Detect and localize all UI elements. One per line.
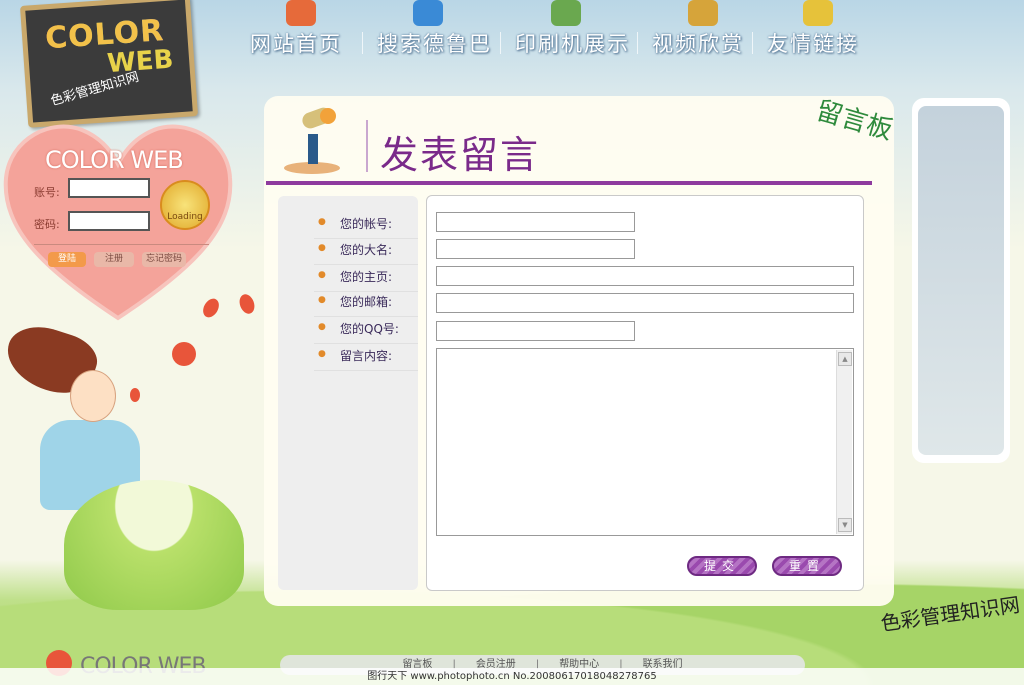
nav-item-home[interactable]: 网站首页 [250,0,377,58]
nav-item-search[interactable]: 搜索德鲁巴 [377,0,515,58]
qq-field[interactable] [436,321,635,341]
submit-button[interactable]: 提交 [687,556,757,576]
table-illustration [64,480,244,610]
nav-item-label: 友情链接 [767,32,859,56]
nav-item-label: 搜索德鲁巴 [377,32,492,56]
side-panel-inner [918,106,1004,455]
bullet-icon: ● [318,322,326,332]
nav-item-label: 印刷机展示 [515,32,630,56]
homepage-field[interactable] [436,266,854,286]
textarea-scrollbar[interactable]: ▲ ▼ [836,350,852,534]
flower-icon [172,342,196,366]
site-logo[interactable]: COLOR WEB 色彩管理知识网 [19,0,199,128]
bullet-icon: ● [318,270,326,280]
bullet-icon: ● [318,295,326,305]
field-label-qq: ● 您的QQ号: [314,320,418,344]
loading-label: Loading [167,212,203,222]
bullet-icon: ● [318,217,326,227]
home-icon [286,0,316,26]
watermark-text: 图行天下 www.photophoto.cn No.20080617018048… [0,668,1024,685]
title-underline [266,181,872,185]
nav-item-links[interactable]: 友情链接 [767,0,877,58]
field-label-text: 您的主页: [340,270,393,284]
side-panel [912,98,1010,463]
password-label: 密码: [34,218,60,231]
nav-item-label: 网站首页 [250,32,342,56]
password-input[interactable] [68,211,150,231]
magnifier-icon [413,0,443,26]
bullet-icon: ● [318,243,326,253]
nav-divider [362,32,363,54]
field-label-homepage: ● 您的主页: [314,268,418,292]
email-field[interactable] [436,293,854,313]
nav-item-label: 视频欣赏 [652,32,744,56]
monitor-icon [688,0,718,26]
field-label-email: ● 您的邮箱: [314,293,418,317]
nav-divider [752,32,753,54]
logo-subtitle: 色彩管理知识网 [49,69,141,110]
girl-face-illustration [70,370,116,422]
writer-mascot-icon [284,107,340,174]
forgot-password-button[interactable]: 忘记密码 [142,252,186,267]
account-field[interactable] [436,212,635,232]
scroll-down-icon[interactable]: ▼ [838,518,852,532]
login-button[interactable]: 登陆 [48,252,86,267]
field-label-account: ● 您的帐号: [314,215,418,239]
children-icon [803,0,833,26]
register-button[interactable]: 注册 [94,252,134,267]
bullet-icon: ● [318,349,326,359]
nav-item-videos[interactable]: 视频欣赏 [652,0,767,58]
message-textarea[interactable]: ▲ ▼ [436,348,854,536]
printer-icon [551,0,581,26]
reset-button[interactable]: 重置 [772,556,842,576]
field-label-text: 您的QQ号: [340,322,399,336]
login-lock-button[interactable]: Loading [160,180,210,230]
field-label-name: ● 您的大名: [314,241,418,265]
field-label-text: 您的邮箱: [340,295,393,309]
nav-item-printers[interactable]: 印刷机展示 [515,0,652,58]
top-nav: 网站首页 搜索德鲁巴 印刷机展示 视频欣赏 友情链接 [250,0,877,58]
login-divider [34,244,209,245]
field-label-text: 您的大名: [340,243,393,257]
field-label-message: ● 留言内容: [314,347,418,371]
petal-icon [130,388,140,402]
account-label: 账号: [34,186,60,199]
page-title: 发表留言 [380,133,541,177]
account-input[interactable] [68,178,150,198]
login-title: COLOR WEB [45,146,184,174]
name-field[interactable] [436,239,635,259]
nav-divider [637,32,638,54]
field-label-text: 留言内容: [340,349,393,363]
nav-divider [500,32,501,54]
title-divider [366,120,368,172]
field-label-text: 您的帐号: [340,217,393,231]
scroll-up-icon[interactable]: ▲ [838,352,852,366]
